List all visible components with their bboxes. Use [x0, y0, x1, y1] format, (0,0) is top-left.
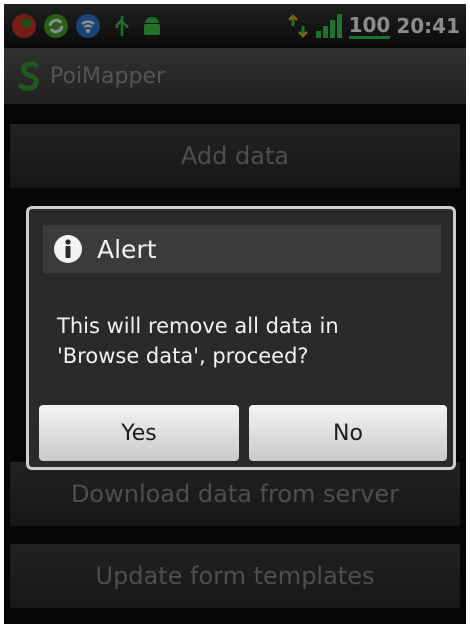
- dialog-message: This will remove all data in 'Browse dat…: [57, 311, 437, 371]
- dialog-message-line-1: This will remove all data in: [57, 314, 339, 338]
- alert-dialog: Alert This will remove all data in 'Brow…: [26, 206, 456, 470]
- dialog-header: Alert: [43, 225, 441, 273]
- yes-button[interactable]: Yes: [39, 405, 239, 461]
- dialog-message-line-2: 'Browse data', proceed?: [57, 344, 309, 368]
- dialog-title: Alert: [97, 234, 157, 264]
- info-icon: [54, 235, 82, 263]
- phone-screen: 100 20:41 PoiMapper Add data Download da…: [4, 4, 466, 624]
- no-button[interactable]: No: [249, 405, 447, 461]
